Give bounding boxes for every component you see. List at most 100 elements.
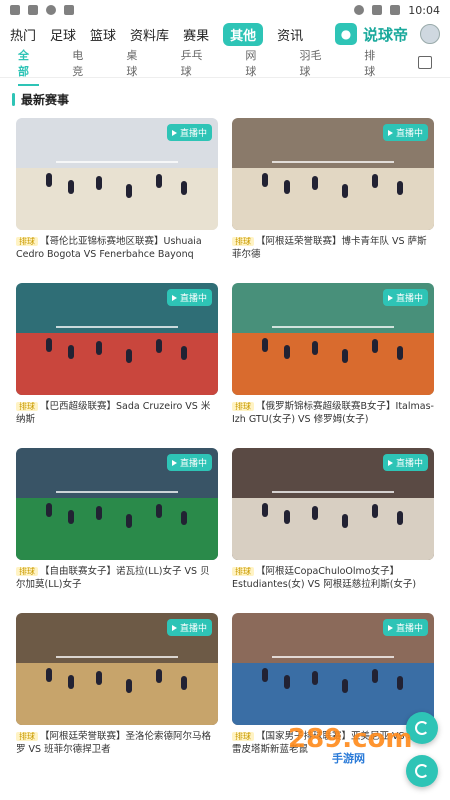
player-figure [181, 511, 187, 525]
player-figure [284, 510, 290, 524]
tab-hot[interactable]: 热门 [10, 25, 36, 44]
match-thumbnail[interactable]: 直播中 [16, 283, 218, 395]
wifi-icon [354, 5, 365, 15]
match-card[interactable]: 直播中排球 【阿根廷荣誉联赛】圣洛伦索德阿尔马格罗 VS 班菲尔德捍卫者 [16, 613, 218, 768]
player-figure [46, 173, 52, 187]
notification-icon [28, 5, 38, 15]
match-info: 排球 【阿根廷荣誉联赛】博卡青年队 VS 萨斯菲尔德 [232, 235, 434, 261]
match-title: 【自由联赛女子】诺瓦拉(LL)女子 VS 贝尔加莫(LL)女子 [16, 566, 210, 590]
player-figure [68, 345, 74, 359]
live-badge: 直播中 [382, 289, 428, 306]
volleyball-net [56, 655, 178, 658]
match-card[interactable]: 直播中排球 【阿根廷荣誉联赛】博卡青年队 VS 萨斯菲尔德 [232, 118, 434, 273]
match-card[interactable]: 直播中 排球 【阿根廷CopaChuloOlmo女子】Estudiantes(女) … [232, 448, 434, 603]
subtab-volleyball[interactable]: 排球 [364, 47, 385, 79]
player-figure [312, 176, 318, 190]
match-title: 【阿根廷荣誉联赛】博卡青年队 VS 萨斯菲尔德 [232, 236, 427, 260]
live-label: 直播中 [179, 129, 207, 139]
match-thumbnail[interactable]: 直播中 [232, 613, 434, 725]
player-figure [342, 679, 348, 693]
player-figure [397, 181, 403, 195]
live-badge: 直播中 [166, 289, 212, 306]
match-title: 【哥伦比亚锦标赛地区联赛】Ushuaia Cedro Bogota VS Fen… [16, 236, 202, 263]
match-grid: 直播中 排球 【哥伦比亚锦标赛地区联赛】Ushuaia Cedro Bogota V… [12, 114, 438, 768]
subtab-esports[interactable]: 电竞 [72, 47, 93, 79]
player-figure [342, 514, 348, 528]
match-thumbnail[interactable]: 直播中 [232, 283, 434, 395]
refresh-icon [415, 721, 429, 735]
sport-tag: 排球 [232, 237, 254, 246]
brand-name: 说球帝 [362, 25, 408, 44]
match-info: 排球 【哥伦比亚锦标赛地区联赛】Ushuaia Cedro Bogota VS F… [16, 235, 218, 263]
match-thumbnail[interactable]: 直播中 [16, 118, 218, 230]
volleyball-net [272, 325, 394, 328]
player-figure [46, 503, 52, 517]
player-figure [156, 174, 162, 188]
tab-news[interactable]: 资讯 [277, 25, 303, 44]
player-figure [68, 180, 74, 194]
play-icon [387, 459, 393, 466]
match-info: 排球 【俄罗斯锦标赛超级联赛B女子】Italmas-Izh GTU(女子) VS … [232, 400, 434, 426]
player-figure [397, 676, 403, 690]
player-figure [181, 676, 187, 690]
play-icon [387, 624, 393, 631]
live-label: 直播中 [179, 459, 207, 469]
volleyball-net [56, 490, 178, 493]
subtab-badminton[interactable]: 羽毛球 [300, 47, 332, 79]
sport-tag: 排球 [232, 402, 254, 411]
tab-football[interactable]: 足球 [50, 25, 76, 44]
match-title: 【阿根廷荣誉联赛】圣洛伦索德阿尔马格罗 VS 班菲尔德捍卫者 [16, 731, 212, 755]
player-figure [96, 506, 102, 520]
player-figure [284, 675, 290, 689]
subtab-billiards[interactable]: 桌球 [126, 47, 147, 79]
calendar-icon[interactable] [418, 56, 433, 69]
play-icon [171, 624, 177, 631]
tab-database[interactable]: 资料库 [130, 25, 169, 44]
match-info: 排球 【阿根廷荣誉联赛】圣洛伦索德阿尔马格罗 VS 班菲尔德捍卫者 [16, 730, 218, 756]
back-to-top-button[interactable] [406, 755, 438, 787]
player-figure [156, 339, 162, 353]
subtab-tennis[interactable]: 网球 [245, 47, 266, 79]
match-thumbnail[interactable]: 直播中 [16, 613, 218, 725]
subtab-all[interactable]: 全部 [18, 47, 40, 86]
status-bar: 10:04 [0, 0, 450, 20]
subtab-table-tennis[interactable]: 乒乓球 [181, 47, 213, 79]
player-figure [126, 184, 132, 198]
notification-icon [64, 5, 74, 15]
brand: ● 说球帝 [334, 23, 440, 45]
battery-icon [390, 5, 401, 15]
sport-tag: 排球 [16, 402, 38, 411]
match-thumbnail[interactable]: 直播中 [16, 448, 218, 560]
match-card[interactable]: 直播中 排球 【自由联赛女子】诺瓦拉(LL)女子 VS 贝尔加莫(LL)女子 [16, 448, 218, 603]
live-badge: 直播中 [166, 124, 212, 141]
live-label: 直播中 [179, 294, 207, 304]
sport-tag: 排球 [16, 732, 38, 741]
play-icon [171, 294, 177, 301]
tab-basketball[interactable]: 篮球 [90, 25, 116, 44]
player-figure [181, 181, 187, 195]
tab-other[interactable]: 其他 [223, 22, 264, 46]
match-card[interactable]: 直播中 排球 【巴西超级联赛】Sada Cruzeiro VS 米纳斯 [16, 283, 218, 438]
match-thumbnail[interactable]: 直播中 [232, 118, 434, 230]
tab-results[interactable]: 赛果 [183, 25, 209, 44]
live-badge: 直播中 [166, 619, 212, 636]
player-figure [126, 349, 132, 363]
live-badge: 直播中 [166, 454, 212, 471]
sport-tag: 排球 [16, 237, 38, 246]
play-icon [171, 459, 177, 466]
player-figure [342, 349, 348, 363]
notification-icon [10, 5, 20, 15]
top-nav: 热门 足球 篮球 资料库 赛果 其他 资讯 ● 说球帝 [0, 20, 450, 48]
match-card[interactable]: 直播中排球 【俄罗斯锦标赛超级联赛B女子】Italmas-Izh GTU(女子) … [232, 283, 434, 438]
match-thumbnail[interactable]: 直播中 [232, 448, 434, 560]
player-figure [342, 184, 348, 198]
live-label: 直播中 [395, 624, 423, 634]
top-nav-tabs: 热门 足球 篮球 资料库 赛果 其他 资讯 [10, 22, 303, 46]
player-figure [372, 669, 378, 683]
match-title: 【阿根廷CopaChuloOlmo女子】Estudiantes(女) VS 阿根… [232, 566, 417, 590]
player-figure [372, 174, 378, 188]
player-figure [156, 669, 162, 683]
player-figure [262, 503, 268, 517]
match-card[interactable]: 直播中排球 【哥伦比亚锦标赛地区联赛】Ushuaia Cedro Bogota V… [16, 118, 218, 273]
avatar[interactable] [420, 24, 440, 44]
